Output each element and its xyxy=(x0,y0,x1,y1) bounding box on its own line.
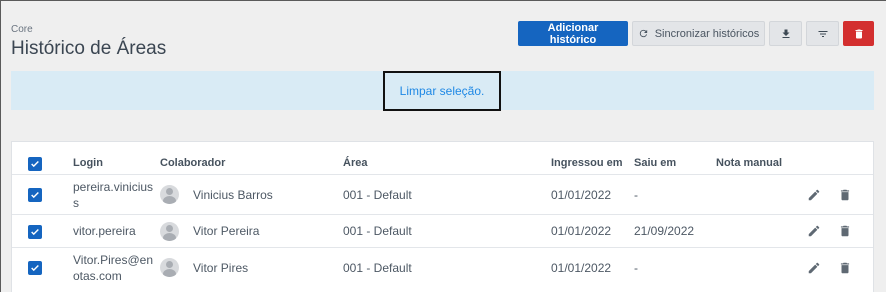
area-cell: 001 - Default xyxy=(343,261,412,275)
column-note[interactable]: Nota manual xyxy=(716,155,782,171)
table-row: Vitor.Pires@en otas.com Vitor Pires 001 … xyxy=(12,248,873,288)
login-cell: vitor.pereira xyxy=(73,223,136,239)
collaborator-cell: Vitor Pires xyxy=(193,261,249,275)
column-left[interactable]: Saiu em xyxy=(634,155,676,171)
row-checkbox[interactable] xyxy=(28,261,42,275)
column-login[interactable]: Login xyxy=(73,155,103,171)
history-table: Login Colaborador Área Ingressou em Saiu… xyxy=(11,141,874,292)
table-header: Login Colaborador Área Ingressou em Saiu… xyxy=(12,142,873,175)
toolbar: Adicionar histórico Sincronizar históric… xyxy=(518,21,874,46)
login-cell: Vitor.Pires@en otas.com xyxy=(73,252,153,284)
sync-history-button[interactable]: Sincronizar históricos xyxy=(632,21,765,46)
area-cell: 001 - Default xyxy=(343,188,412,202)
filter-button[interactable] xyxy=(806,21,839,46)
check-icon xyxy=(31,264,39,272)
login-text-wrap: s xyxy=(73,196,79,210)
edit-icon[interactable] xyxy=(807,224,821,238)
joined-cell: 01/01/2022 xyxy=(551,261,612,275)
filter-icon xyxy=(818,30,827,37)
trash-icon[interactable] xyxy=(838,224,852,238)
row-checkbox[interactable] xyxy=(28,188,42,202)
check-icon xyxy=(31,228,39,236)
column-area[interactable]: Área xyxy=(343,155,367,171)
download-icon xyxy=(782,29,789,38)
left-cell: 21/09/2022 xyxy=(634,224,695,238)
select-all-checkbox[interactable] xyxy=(28,157,42,171)
check-icon xyxy=(31,160,39,168)
joined-cell: 01/01/2022 xyxy=(551,188,612,202)
login-cell: pereira.vinicius s xyxy=(73,179,153,211)
column-joined[interactable]: Ingressou em xyxy=(551,155,623,171)
joined-cell: 01/01/2022 xyxy=(551,224,612,238)
avatar xyxy=(160,258,179,277)
download-button[interactable] xyxy=(769,21,802,46)
breadcrumb: Core xyxy=(11,24,33,35)
add-history-button[interactable]: Adicionar histórico xyxy=(518,21,628,46)
area-cell: 001 - Default xyxy=(343,224,412,238)
trash-icon[interactable] xyxy=(838,261,852,275)
collaborator-cell: Vitor Pereira xyxy=(193,224,260,238)
row-checkbox[interactable] xyxy=(28,225,42,239)
login-text: pereira.vinicius xyxy=(73,180,154,194)
refresh-icon xyxy=(639,29,647,38)
table-row: vitor.pereira Vitor Pereira 001 - Defaul… xyxy=(12,215,873,248)
sync-label: Sincronizar históricos xyxy=(654,27,760,40)
delete-button[interactable] xyxy=(843,21,874,46)
collaborator-cell: Vinicius Barros xyxy=(193,188,273,202)
avatar xyxy=(160,185,179,204)
trash-icon xyxy=(855,29,862,38)
selection-banner: Limpar seleção. xyxy=(11,71,874,111)
highlight-box: Limpar seleção. xyxy=(383,71,501,111)
left-cell: - xyxy=(634,188,638,202)
login-text: Vitor.Pires@en xyxy=(73,253,153,267)
table-row: pereira.vinicius s Vinicius Barros 001 -… xyxy=(12,175,873,215)
avatar xyxy=(160,222,179,241)
clear-selection-link[interactable]: Limpar seleção. xyxy=(400,84,485,98)
edit-icon[interactable] xyxy=(807,261,821,275)
trash-icon[interactable] xyxy=(838,188,852,202)
login-text: vitor.pereira xyxy=(73,224,136,238)
edit-icon[interactable] xyxy=(807,188,821,202)
page-title: Histórico de Áreas xyxy=(11,38,167,59)
check-icon xyxy=(31,191,39,199)
login-text-wrap: otas.com xyxy=(73,269,122,283)
column-collaborator[interactable]: Colaborador xyxy=(160,155,225,171)
left-cell: - xyxy=(634,261,638,275)
